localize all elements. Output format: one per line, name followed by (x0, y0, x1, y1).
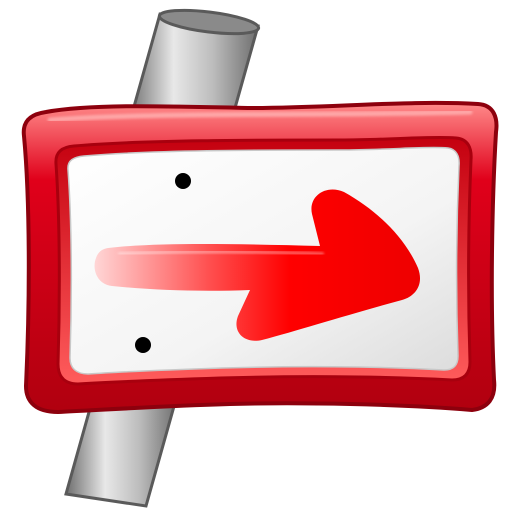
bolt-bottom (135, 337, 151, 353)
arrow-highlight (118, 249, 324, 256)
sign-board (21, 100, 499, 415)
icon-stage (0, 0, 512, 512)
direction-sign-icon (21, 8, 499, 508)
bolt-top (175, 173, 191, 189)
